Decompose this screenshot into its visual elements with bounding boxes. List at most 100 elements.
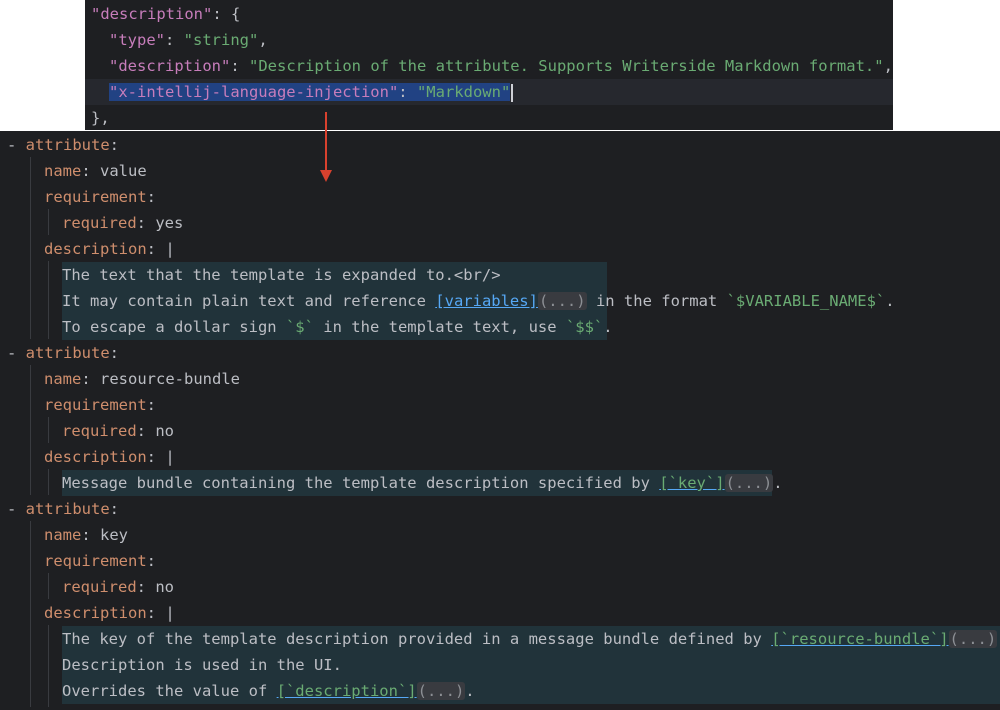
- text-caret: [511, 83, 514, 102]
- json-sep: :: [165, 31, 184, 49]
- json-sep: : {: [212, 5, 241, 23]
- yaml-value-required: no: [155, 422, 174, 440]
- yaml-line-attribute: - attribute:: [7, 136, 120, 154]
- markdown-text: .: [465, 682, 475, 700]
- yaml-key-description: description: [44, 448, 147, 466]
- yaml-line-name: name: value: [44, 162, 147, 180]
- markdown-line: Message bundle containing the template d…: [62, 470, 783, 496]
- json-tail: ,: [258, 31, 268, 49]
- markdown-link-resource-bundle[interactable]: [`resource-bundle`]: [771, 630, 948, 648]
- markdown-line: The text that the template is expanded t…: [62, 262, 501, 288]
- indent-guide: [30, 365, 31, 495]
- list-dash: -: [7, 344, 26, 362]
- yaml-key-required: required: [62, 422, 137, 440]
- markdown-text: Description is used in the UI.: [62, 656, 342, 674]
- json-value: "string": [183, 31, 259, 49]
- json-tail: ,: [883, 57, 893, 75]
- json-value: "Description of the attribute. Supports …: [249, 57, 884, 75]
- list-dash: -: [7, 500, 26, 518]
- markdown-line: The key of the template description prov…: [62, 626, 1000, 652]
- json-value: "Markdown": [416, 83, 511, 101]
- block-indicator: |: [165, 448, 175, 466]
- annotation-arrow-shaft: [325, 112, 327, 172]
- yaml-key-requirement: requirement: [44, 552, 147, 570]
- inline-code: `$$`: [565, 318, 604, 336]
- yaml-line-name: name: key: [44, 526, 128, 544]
- yaml-value-required: yes: [155, 214, 184, 232]
- json-line-type: "type": "string",: [109, 27, 268, 53]
- indent-guide: [30, 157, 31, 339]
- block-indicator: |: [165, 604, 175, 622]
- markdown-text: in the template text, use: [313, 318, 566, 336]
- yaml-key-name: name: [44, 526, 82, 544]
- inline-code: `$VARIABLE_NAME$`: [726, 292, 886, 310]
- yaml-key-description: description: [44, 240, 147, 258]
- yaml-key-attribute: attribute: [25, 136, 110, 154]
- markdown-text: .: [603, 318, 613, 336]
- indent-guide: [48, 417, 49, 443]
- json-key: "x-intellij-language-injection": [109, 83, 399, 101]
- markdown-text: .: [885, 292, 895, 310]
- json-schema-panel[interactable]: "description": { "type": "string", "desc…: [85, 0, 893, 130]
- yaml-key-requirement: requirement: [44, 396, 147, 414]
- yaml-value-name: key: [100, 526, 128, 544]
- json-key: "description": [91, 5, 213, 23]
- yaml-line-requirement: requirement:: [44, 552, 156, 570]
- folded-url[interactable]: (...): [537, 292, 587, 310]
- yaml-line-requirement: requirement:: [44, 188, 156, 206]
- markdown-text: Overrides the value of: [62, 682, 277, 700]
- yaml-line-required: required: no: [62, 578, 174, 596]
- yaml-value-name: value: [100, 162, 147, 180]
- json-line-injection[interactable]: "x-intellij-language-injection": "Markdo…: [85, 79, 893, 105]
- json-line-description: "description": "Description of the attri…: [109, 53, 893, 79]
- indent-guide: [48, 625, 49, 707]
- block-indicator: |: [165, 240, 175, 258]
- markdown-line: It may contain plain text and reference …: [62, 288, 895, 314]
- folded-url[interactable]: (...): [948, 630, 998, 648]
- yaml-key-attribute: attribute: [25, 500, 110, 518]
- markdown-text: It may contain plain text and reference: [62, 292, 436, 310]
- json-key: "type": [109, 31, 165, 49]
- indent-guide: [48, 261, 49, 339]
- json-line-close: },: [91, 109, 110, 127]
- markdown-link-variables[interactable]: [variables]: [435, 292, 538, 310]
- markdown-text: in the format: [586, 292, 727, 310]
- yaml-editor-panel[interactable]: - attribute: name: value requirement: re…: [0, 131, 1000, 710]
- indent-guide: [48, 469, 49, 495]
- yaml-line-requirement: requirement:: [44, 396, 156, 414]
- selection-highlight: "x-intellij-language-injection": "Markdo…: [109, 83, 511, 101]
- list-dash: -: [7, 136, 26, 154]
- folded-url[interactable]: (...): [724, 474, 774, 492]
- yaml-key-required: required: [62, 578, 137, 596]
- indent-guide: [30, 521, 31, 707]
- markdown-text: To escape a dollar sign: [62, 318, 286, 336]
- folded-url[interactable]: (...): [416, 682, 466, 700]
- indent-guide: [48, 209, 49, 235]
- yaml-line-attribute: - attribute:: [7, 344, 120, 362]
- yaml-key-description: description: [44, 604, 147, 622]
- json-sep: :: [230, 57, 249, 75]
- json-key: "description": [109, 57, 231, 75]
- indent-guide: [48, 573, 49, 599]
- annotation-arrow-head: [320, 170, 332, 182]
- yaml-line-description: description: |: [44, 240, 175, 258]
- yaml-key-attribute: attribute: [25, 344, 110, 362]
- markdown-link-description[interactable]: [`description`]: [277, 682, 417, 700]
- markdown-link-key[interactable]: [`key`]: [659, 474, 724, 492]
- yaml-line-required: required: no: [62, 422, 174, 440]
- yaml-value-required: no: [155, 578, 174, 596]
- yaml-key-required: required: [62, 214, 137, 232]
- yaml-key-name: name: [44, 162, 82, 180]
- yaml-line-attribute: - attribute:: [7, 500, 120, 518]
- yaml-value-name: resource-bundle: [100, 370, 240, 388]
- markdown-text: Message bundle containing the template d…: [62, 474, 660, 492]
- yaml-line-description: description: |: [44, 448, 175, 466]
- yaml-line-description: description: |: [44, 604, 175, 622]
- yaml-line-name: name: resource-bundle: [44, 370, 240, 388]
- json-sep: :: [398, 83, 417, 101]
- markdown-line: To escape a dollar sign `$` in the templ…: [62, 314, 613, 340]
- markdown-text: .: [773, 474, 783, 492]
- inline-code: `$`: [285, 318, 314, 336]
- markdown-text: The text that the template is expanded t…: [62, 266, 501, 284]
- markdown-text: The key of the template description prov…: [62, 630, 772, 648]
